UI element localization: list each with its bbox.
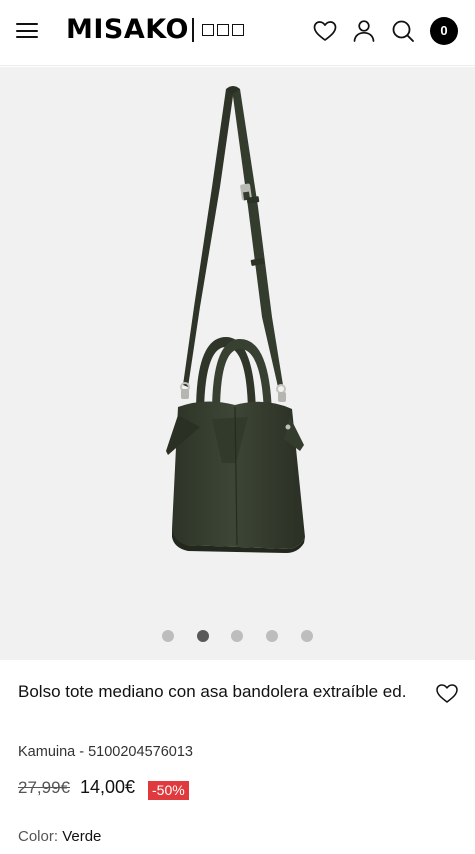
color-label: Color:	[18, 828, 59, 845]
logo-tagline-glyphs	[202, 24, 244, 36]
menu-icon[interactable]	[16, 22, 40, 40]
sale-price: 14,00€	[80, 777, 136, 797]
site-header: MISAKO 0	[0, 0, 475, 66]
gallery-pagination	[0, 630, 475, 644]
gallery-dot-2[interactable]	[197, 630, 209, 642]
logo-divider	[192, 18, 194, 42]
wishlist-heart-icon[interactable]	[311, 17, 339, 45]
cart-count-button[interactable]: 0	[430, 17, 458, 45]
gallery-dot-1[interactable]	[162, 630, 174, 642]
brand-logo[interactable]: MISAKO	[66, 14, 189, 46]
product-reference: Kamuina - 5100204576013	[18, 744, 193, 760]
color-row: Color: Verde	[18, 828, 101, 845]
product-image	[0, 67, 475, 660]
user-account-icon[interactable]	[350, 17, 378, 45]
product-info: Bolso tote mediano con asa bandolera ext…	[0, 660, 475, 854]
color-value: Verde	[62, 828, 102, 845]
product-title: Bolso tote mediano con asa bandolera ext…	[18, 682, 407, 701]
gallery-dot-4[interactable]	[266, 630, 278, 642]
gallery-dot-5[interactable]	[301, 630, 313, 642]
discount-badge: -50%	[148, 781, 189, 800]
add-to-wishlist-heart-icon[interactable]	[434, 680, 460, 706]
search-icon[interactable]	[389, 17, 417, 45]
product-image-gallery[interactable]	[0, 67, 475, 660]
original-price: 27,99€	[18, 778, 70, 797]
gallery-dot-3[interactable]	[231, 630, 243, 642]
